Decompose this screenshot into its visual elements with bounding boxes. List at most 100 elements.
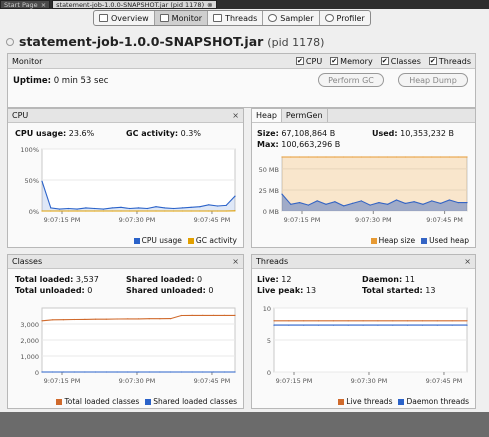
data-point	[41, 180, 43, 182]
data-point	[137, 318, 140, 320]
data-point	[120, 206, 122, 208]
data-point	[421, 324, 424, 326]
data-point	[451, 320, 453, 322]
x-tick-label: 9:07:30 PM	[119, 216, 156, 224]
x-tick-label: 9:07:15 PM	[44, 377, 81, 385]
data-point	[378, 156, 380, 158]
memory-checkbox[interactable]: ✔ Memory	[330, 57, 373, 66]
data-point	[299, 202, 301, 204]
threads-panel: Threads × Live: 12 Daemon: 11 Live peak:…	[251, 254, 476, 409]
tab-threads-label: Threads	[225, 13, 258, 23]
data-point	[436, 320, 438, 322]
close-icon[interactable]: ×	[464, 257, 471, 266]
perform-gc-button[interactable]: Perform GC	[318, 73, 384, 87]
tab-profiler[interactable]: Profiler	[320, 11, 370, 25]
tab-sampler-label: Sampler	[280, 13, 314, 23]
tab-overview[interactable]: Overview	[94, 11, 155, 25]
cpu-usage-stat: CPU usage: 23.6%	[15, 129, 94, 138]
data-point	[369, 204, 371, 206]
data-point	[127, 371, 129, 373]
data-point	[213, 371, 215, 373]
legend-swatch	[398, 399, 405, 405]
data-point	[216, 205, 219, 207]
tab-overview-label: Overview	[111, 13, 149, 23]
x-tick-label: 9:07:45 PM	[194, 377, 231, 385]
data-point	[422, 156, 424, 158]
heap-size-label: Size:	[257, 129, 279, 138]
y-tick-label: 50 MB	[259, 166, 279, 174]
data-point	[208, 204, 210, 206]
close-icon[interactable]: ×	[232, 257, 239, 266]
x-tick-label: 9:07:15 PM	[284, 216, 321, 224]
profiler-icon	[324, 14, 334, 22]
y-tick-label: 0 MB	[263, 208, 279, 216]
tab-permgen[interactable]: PermGen	[282, 109, 328, 122]
data-point	[362, 320, 364, 322]
data-point	[173, 210, 175, 212]
monitor-section: Monitor ✔ CPU ✔ Memory ✔ Classes ✔ Threads U…	[7, 53, 476, 108]
sampler-icon	[268, 14, 278, 22]
threads-checkbox[interactable]: ✔ Threads	[428, 57, 471, 66]
data-point	[299, 156, 301, 158]
data-point	[413, 201, 415, 203]
shared-unloaded-label: Shared unloaded:	[126, 286, 206, 295]
heap-max-label: Max:	[257, 140, 279, 149]
heap-max-stat: Max: 100,663,296 B	[257, 140, 340, 149]
data-point	[41, 210, 43, 212]
x-tick-label: 9:07:45 PM	[426, 216, 463, 224]
data-point	[191, 314, 193, 316]
close-icon[interactable]: ×	[232, 111, 239, 120]
legend-swatch	[133, 238, 140, 244]
data-point	[466, 202, 468, 204]
data-point	[223, 314, 225, 316]
data-point	[85, 210, 87, 212]
data-point	[334, 201, 336, 203]
data-point	[58, 208, 61, 210]
data-point	[111, 210, 113, 212]
data-point	[431, 156, 433, 158]
view-tabs: Overview Monitor Threads Sampler Profile…	[93, 10, 371, 26]
data-point	[281, 193, 283, 195]
tab-statement-job[interactable]: statement-job-1.0.0-SNAPSHOT.jar (pid 11…	[52, 0, 217, 9]
heap-dump-button[interactable]: Heap Dump	[398, 73, 468, 87]
data-point	[362, 324, 364, 326]
monitor-header: Monitor ✔ CPU ✔ Memory ✔ Classes ✔ Threads	[8, 54, 475, 69]
close-icon[interactable]: ⊗	[207, 1, 212, 9]
data-point	[273, 320, 275, 322]
data-point	[351, 156, 354, 158]
total-loaded-value: 3,537	[75, 275, 99, 284]
tab-start-page[interactable]: Start Page ×	[0, 0, 51, 9]
x-tick-label: 9:07:45 PM	[194, 216, 231, 224]
data-point	[395, 156, 398, 158]
data-point	[325, 156, 327, 158]
tab-threads[interactable]: Threads	[208, 11, 264, 25]
data-point	[95, 371, 97, 373]
tab-heap[interactable]: Heap	[252, 109, 282, 122]
data-point	[395, 199, 398, 201]
live-threads-label: Live:	[257, 275, 279, 284]
data-point	[457, 156, 459, 158]
checkbox-check-icon: ✔	[330, 57, 339, 65]
live-peak-stat: Live peak: 13	[257, 286, 316, 295]
tab-monitor[interactable]: Monitor	[154, 11, 209, 25]
legend-label: Daemon threads	[406, 397, 469, 406]
close-icon[interactable]: ×	[41, 1, 46, 9]
classes-checkbox[interactable]: ✔ Classes	[380, 57, 421, 66]
tab-sampler[interactable]: Sampler	[263, 11, 320, 25]
live-peak-label: Live peak:	[257, 286, 304, 295]
classes-panel-header: Classes ×	[8, 255, 243, 269]
data-point	[273, 324, 275, 326]
heap-max-value: 100,663,296 B	[281, 140, 341, 149]
data-point	[334, 156, 336, 158]
legend-label: Total loaded classes	[64, 397, 140, 406]
data-point	[451, 324, 453, 326]
cpu-checkbox[interactable]: ✔ CPU	[295, 57, 322, 66]
legend-label: Shared loaded classes	[153, 397, 237, 406]
data-point	[317, 320, 320, 322]
monitor-label: Monitor	[12, 56, 43, 66]
data-point	[181, 207, 183, 209]
legend-swatch	[56, 399, 63, 405]
data-point	[137, 207, 140, 209]
data-point	[190, 210, 192, 212]
y-tick-label: 3,000	[20, 321, 39, 329]
